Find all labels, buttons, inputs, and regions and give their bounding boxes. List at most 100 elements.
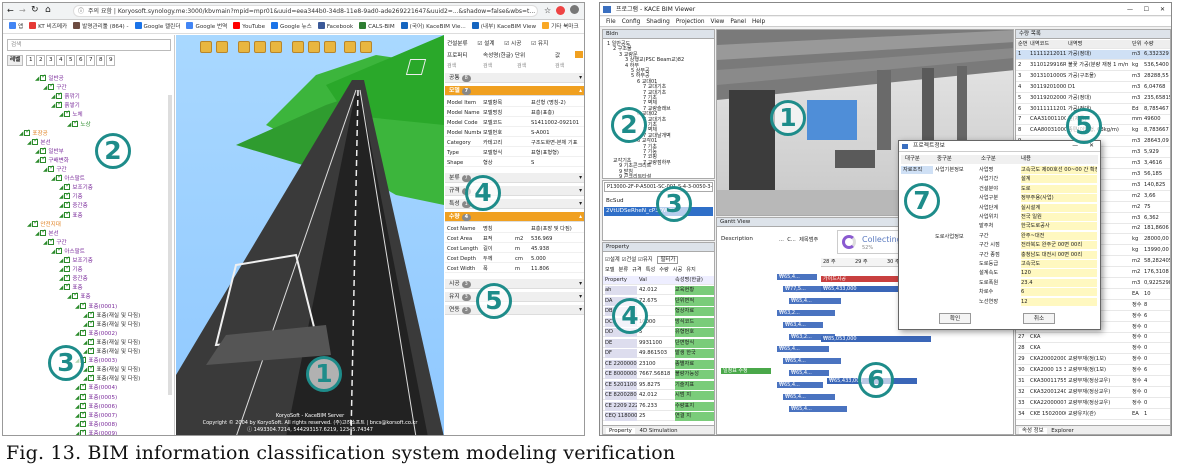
expand-arrow-icon[interactable]: ◢ xyxy=(51,176,55,182)
expand-arrow-icon[interactable]: ◢ xyxy=(59,112,63,118)
gantt-task-bar[interactable]: ₩65,4... xyxy=(789,406,847,412)
dialog-row[interactable]: 차로수 6 xyxy=(901,288,1098,297)
quantity-row[interactable]: 3 3013101000SO003가공(구조물) m328288,55 xyxy=(1016,72,1170,82)
level-button[interactable]: 3 xyxy=(46,55,56,66)
gantt-task-bar[interactable]: ₩65,4... xyxy=(783,358,841,364)
expand-arrow-icon[interactable]: ◢ xyxy=(75,331,79,337)
tree-node[interactable]: ◢ 표층(0009) xyxy=(75,428,117,435)
level-button[interactable]: 6 xyxy=(76,55,86,66)
tree-checkbox[interactable] xyxy=(80,401,86,409)
expand-arrow-icon[interactable]: ◢ xyxy=(59,258,63,264)
expand-arrow-icon[interactable]: ◢ xyxy=(51,103,55,109)
tree-checkbox[interactable] xyxy=(80,301,86,309)
quantity-row[interactable]: 32 CKA32001240 교량부재(정상교우) 정수 0 xyxy=(1016,388,1170,398)
property-tab[interactable]: 규격 xyxy=(632,267,642,273)
tree-checkbox[interactable] xyxy=(56,100,62,109)
tree-checkbox[interactable] xyxy=(88,373,94,382)
expand-arrow-icon[interactable]: ◢ xyxy=(75,304,79,310)
ok-button[interactable]: 확인 xyxy=(939,313,971,324)
section-5[interactable]: 수량 4 ▴ xyxy=(445,212,584,222)
property-row[interactable]: DE 9931100 단면형식 xyxy=(603,338,714,348)
tab-attribute-info[interactable]: 속성 정보 xyxy=(1019,428,1047,434)
tree-checkbox[interactable] xyxy=(56,91,62,100)
expand-arrow-icon[interactable]: ◢ xyxy=(75,422,79,428)
bookmark-item[interactable]: 앱 xyxy=(9,21,23,33)
tree-checkbox[interactable] xyxy=(64,264,70,273)
bookmark-item[interactable]: KT 비즈메카 xyxy=(29,21,67,33)
expand-arrow-icon[interactable]: ◢ xyxy=(35,158,39,164)
menu-item[interactable]: Help xyxy=(752,19,765,25)
close-icon[interactable]: ✕ xyxy=(1160,3,1165,16)
expand-arrow-icon[interactable]: ◢ xyxy=(75,404,79,410)
tree-checkbox[interactable] xyxy=(40,73,46,81)
property-row[interactable]: CE 52011000 95.8275 기술지표 xyxy=(603,380,714,390)
tab-construction-class[interactable]: 건설분류 xyxy=(447,41,468,47)
chevron-icon[interactable]: ▾ xyxy=(579,186,582,196)
tree-checkbox[interactable] xyxy=(80,328,86,336)
chevron-icon[interactable]: ▾ xyxy=(579,73,582,83)
tree-node[interactable]: ◢ 노상 xyxy=(67,119,91,129)
tree-node[interactable]: ◢ 중간층 xyxy=(59,200,88,210)
tree-node[interactable]: ◢ 표층 xyxy=(59,282,83,292)
tree-node[interactable]: ◢ 본선 xyxy=(27,137,51,147)
profile-avatar[interactable] xyxy=(570,5,579,14)
gantt-red-bar[interactable]: 가이드시공 xyxy=(821,276,901,282)
bookmark-item[interactable]: 발명관리툴 (864) - xyxy=(73,21,129,33)
chevron-icon[interactable]: ▴ xyxy=(579,86,582,96)
level-button[interactable]: 7 xyxy=(86,55,96,66)
tree-node[interactable]: ◢ 노체 xyxy=(59,109,83,119)
section-1[interactable]: 모델 7 ▴ xyxy=(445,86,584,96)
construction-check[interactable]: ☑건설 xyxy=(621,257,636,263)
gantt-task-bar[interactable]: ₩63,4... xyxy=(783,322,823,328)
tree-node[interactable]: ◢ 보조기층 xyxy=(59,255,93,265)
menu-item[interactable]: Config xyxy=(622,19,641,25)
bookmark-item[interactable]: Facebook xyxy=(317,21,353,33)
gantt-amount-bar[interactable]: ₩65,433,000 xyxy=(821,286,901,292)
home-view-button[interactable] xyxy=(200,41,212,53)
tree-scrollbar[interactable] xyxy=(168,95,172,395)
expand-arrow-icon[interactable]: ◢ xyxy=(75,413,79,419)
tree-checkbox[interactable] xyxy=(88,319,94,327)
level-button[interactable]: 2 xyxy=(36,55,46,66)
expand-arrow-icon[interactable]: ◢ xyxy=(27,140,31,146)
quantity-row[interactable]: 1 1111121201142524가공(정대) m36,332329 xyxy=(1016,50,1170,60)
tree-node[interactable]: ◢ 표층(재실 및 다짐) xyxy=(83,319,140,329)
level-button[interactable]: 8 xyxy=(96,55,106,66)
minimize-icon[interactable]: — xyxy=(1127,3,1133,16)
tree-node[interactable]: ◢ 구간 xyxy=(43,164,67,174)
menu-item[interactable]: View xyxy=(711,19,725,25)
chevron-icon[interactable]: ▾ xyxy=(579,292,582,302)
tab-maintenance[interactable]: ☑ 유지 xyxy=(531,41,548,47)
expand-arrow-icon[interactable]: ◢ xyxy=(83,340,87,346)
config-icon[interactable] xyxy=(575,51,583,58)
level-button[interactable]: 4 xyxy=(56,55,66,66)
zoom-button[interactable] xyxy=(216,41,228,53)
dialog-row[interactable]: 발주처 한국도로공사 xyxy=(901,222,1098,231)
quantity-row[interactable]: 27 CKA 정수 0 xyxy=(1016,333,1170,344)
dialog-row[interactable]: 노선연장 12 xyxy=(901,297,1098,306)
expand-arrow-icon[interactable]: ◢ xyxy=(19,131,23,137)
tree-checkbox[interactable] xyxy=(64,282,70,291)
walk-button[interactable] xyxy=(324,41,336,53)
tab-explorer[interactable]: Explorer xyxy=(1051,428,1073,434)
highlighted-pier-cap[interactable] xyxy=(807,100,857,140)
tree-search-input[interactable]: 검색 xyxy=(7,39,171,51)
dialog-row[interactable]: 구간 시점 전라북도 완주군 00면 00리 xyxy=(901,241,1098,250)
bookmark-item[interactable]: Google 번역 xyxy=(186,21,227,33)
property-row[interactable]: ah 42.012 교육현황 xyxy=(603,286,714,295)
property-tab[interactable]: 유지 xyxy=(686,267,696,273)
chevron-icon[interactable]: ▾ xyxy=(579,305,582,315)
tree-checkbox[interactable] xyxy=(88,337,94,345)
tree-checkbox[interactable] xyxy=(40,228,46,236)
section-2[interactable]: 분류 7 ▾ xyxy=(445,173,584,183)
zoom-out-button[interactable] xyxy=(254,41,266,53)
expand-arrow-icon[interactable]: ◢ xyxy=(59,203,63,209)
maintenance-check[interactable]: ☑유지 xyxy=(638,257,653,263)
quantity-row[interactable]: 31 CKA300117550교량부재(정상교우) 정수4 xyxy=(1016,377,1170,387)
chevron-icon[interactable]: ▾ xyxy=(579,279,582,289)
back-icon[interactable]: ← xyxy=(7,6,14,15)
address-bar[interactable]: ⓘ 주의 요함 | Koryosoft.synology.me:3000/kbv… xyxy=(73,5,538,17)
chevron-icon[interactable]: ▾ xyxy=(579,199,582,209)
bookmark-item[interactable]: Google 캘린더 xyxy=(134,21,180,33)
quantity-row[interactable]: 5 3011920200007가공(정대) m3235,65815 xyxy=(1016,94,1170,104)
